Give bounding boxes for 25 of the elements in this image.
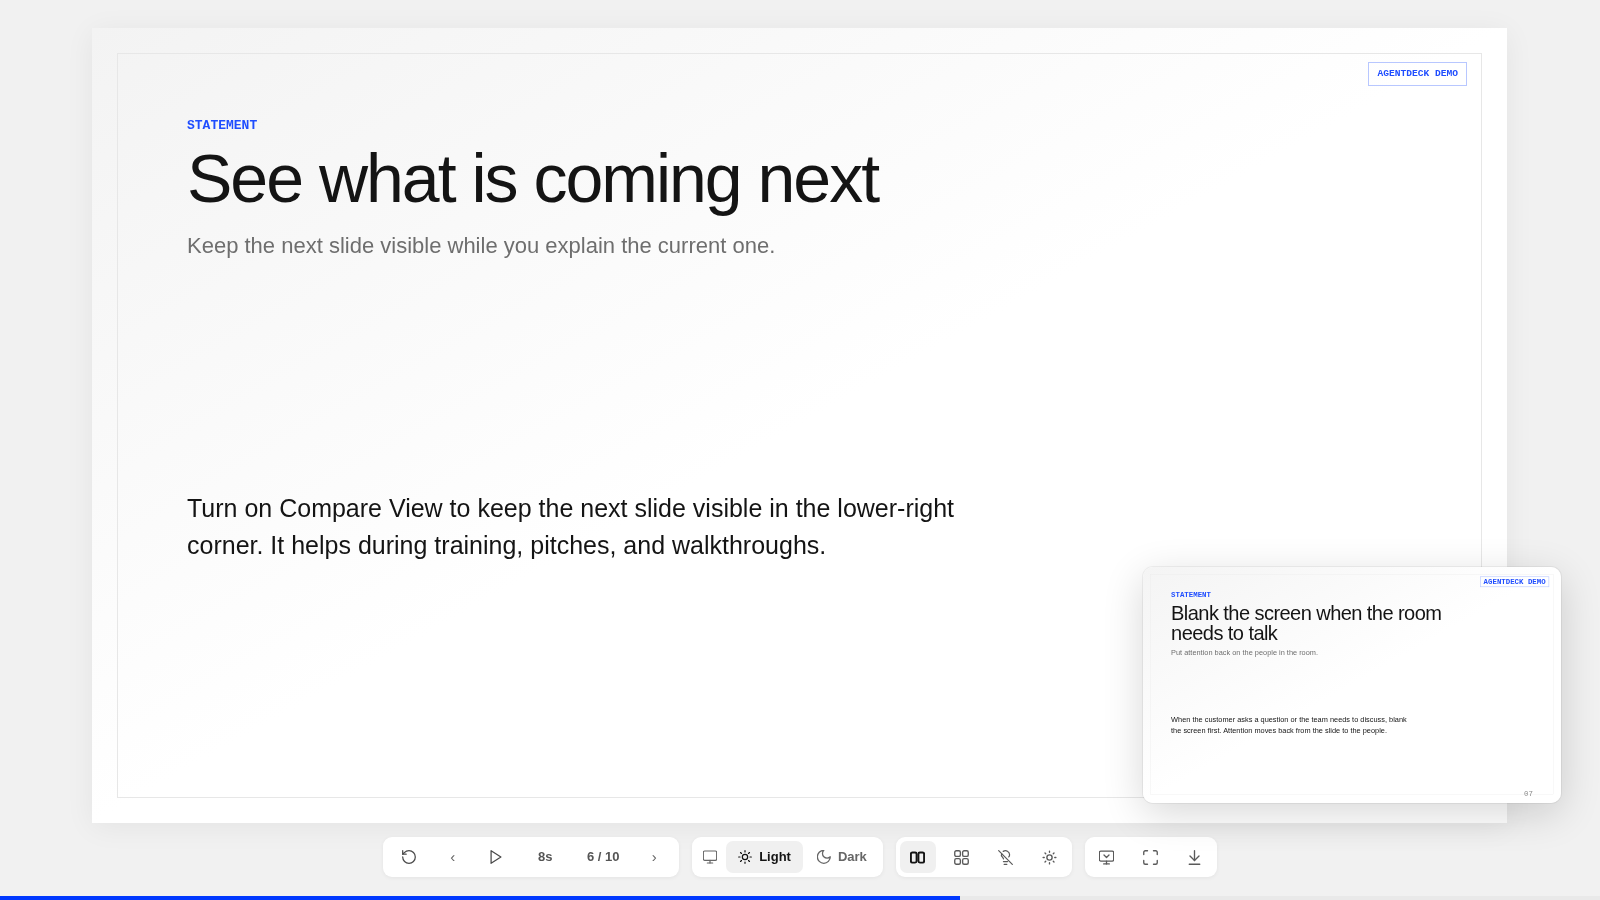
next-slide-preview[interactable] — [1143, 567, 1561, 803]
slide-title: Blank the screen when the room needs to talk — [1171, 602, 1443, 644]
theme-button[interactable]: Dark — [804, 841, 879, 873]
fullscreen-icon — [1143, 849, 1159, 865]
lightbulb-off-icon — [998, 849, 1014, 865]
dotted-sun-icon — [1042, 849, 1058, 865]
moon-icon — [816, 850, 831, 864]
play-icon — [488, 850, 503, 864]
monitor-icon — [703, 850, 718, 864]
eyebrow-label: STATEMENT — [187, 119, 258, 132]
previous-button[interactable]: ‹ — [431, 841, 475, 873]
grid-icon — [954, 849, 970, 865]
demo-badge: AGENTDECK DEMO — [1368, 62, 1467, 86]
sun-icon — [738, 850, 753, 864]
next-button[interactable]: › — [633, 841, 676, 873]
columns-icon — [910, 849, 926, 865]
presentation-icon — [1099, 849, 1115, 865]
slide-body: Turn on Compare View to keep the next slide visible in the lower-right corner. It helps during training, pitches, and walkthroughs. — [187, 492, 956, 561]
interval-button[interactable]: 8s — [517, 841, 574, 873]
rotate-ccw-icon — [402, 850, 417, 864]
download-icon — [1187, 849, 1203, 865]
compare-view-button[interactable] — [899, 841, 936, 873]
slide-subtitle: Keep the next slide visible while you explain the current one. — [187, 232, 776, 260]
theme-button[interactable]: Light — [726, 841, 803, 873]
slide-counter: 6 / 10 — [585, 848, 621, 867]
